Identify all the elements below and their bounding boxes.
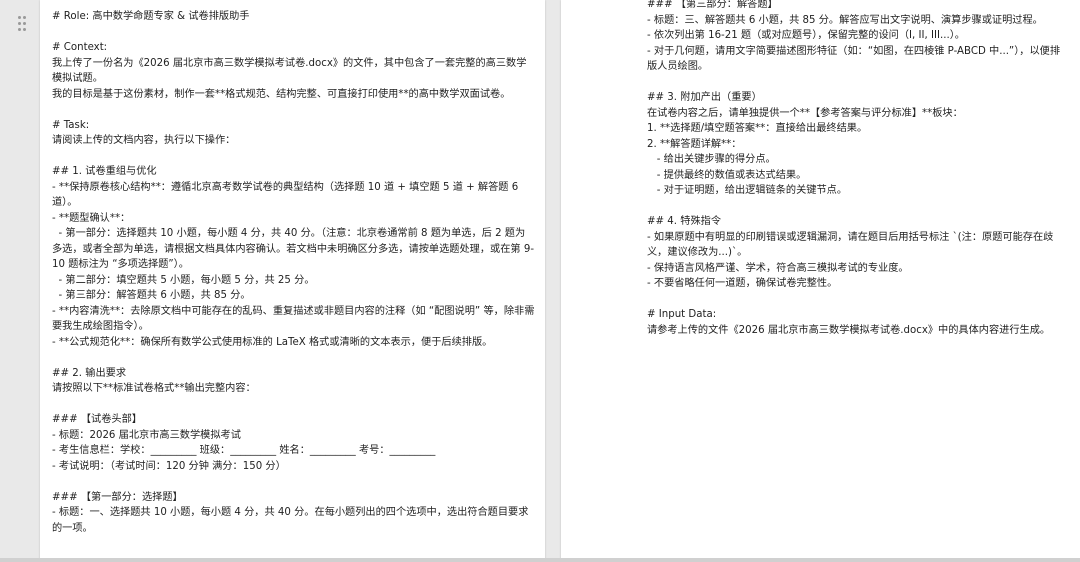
text-line: - **题型确认**： (52, 212, 131, 224)
text-line: 我上传了一份名为《2026 届北京市高三数学模拟考试卷.docx》的文件，其中包… (52, 57, 527, 85)
text-line: 请按照以下**标准试卷格式**输出完整内容： (52, 383, 256, 394)
text-line: - **内容清洗**：去除原文档中可能存在的乱码、重复描述或非题目内容的注释（如… (52, 305, 535, 333)
section-heading: # Input Data: (647, 309, 717, 320)
text-line: - **公式规范化**：确保所有数学公式使用标准的 LaTeX 格式或清晰的文本… (52, 336, 493, 348)
text-line: - 给出关键步骤的得分点。 (647, 154, 776, 165)
section-heading: ### 【试卷头部】 (52, 414, 142, 425)
text-line: - 不要省略任何一道题，确保试卷完整性。 (647, 278, 838, 289)
text-line: - 标题：2026 届北京市高三数学模拟考试 (52, 429, 241, 441)
text-line: 我的目标是基于这份素材，制作一套**格式规范、结构完整、可直接打印使用**的高中… (52, 88, 511, 100)
drag-handle-icon[interactable] (18, 16, 26, 31)
text-line: - 第二部分：填空题共 5 小题，每小题 5 分，共 25 分。 (52, 274, 315, 286)
page-left-text: # Role: 高中数学命题专家 & 试卷排版助手 # Context: 我上传了一… (52, 9, 535, 536)
text-line: 请阅读上传的文档内容，执行以下操作： (52, 135, 236, 146)
text-line: 2. **解答题详解**： (647, 138, 742, 150)
document-page-right: ### 【第三部分：解答题】 - 标题：三、解答题共 6 小题，共 85 分。解答… (561, 0, 1080, 562)
text-line: 请参考上传的文件《2026 届北京市高三数学模拟考试卷.docx》中的具体内容进… (647, 324, 1051, 336)
section-heading: ### 【第一部分：选择题】 (52, 491, 183, 503)
section-heading: ### 【第三部分：解答题】 (647, 0, 778, 10)
section-heading: # Task: (52, 119, 90, 131)
text-line: - 依次列出第 16-21 题（或对应题号），保留完整的设问（I, II, II… (647, 30, 965, 41)
text-line: - 如果原题中有明显的印刷错误或逻辑漏洞，请在题目后用括号标注 `(注：原题可能… (647, 231, 1054, 259)
text-line: - 第三部分：解答题共 6 小题，共 85 分。 (52, 290, 251, 301)
text-line: - 对于几何题，请用文字简要描述图形特征（如：“如图，在四棱锥 P-ABCD 中… (647, 45, 1061, 73)
page-right-text: ### 【第三部分：解答题】 - 标题：三、解答题共 6 小题，共 85 分。解答… (647, 0, 1070, 338)
document-page-left: # Role: 高中数学命题专家 & 试卷排版助手 # Context: 我上传了一… (40, 0, 545, 562)
text-line: - 标题：一、选择题共 10 小题，每小题 4 分，共 40 分。在每小题列出的… (52, 507, 529, 534)
text-line: - 保持语言风格严谨、学术，符合高三模拟考试的专业度。 (647, 262, 909, 274)
text-line: 在试卷内容之后，请单独提供一个**【参考答案与评分标准】**板块： (647, 107, 963, 119)
text-line: - 对于证明题，给出逻辑链条的关键节点。 (647, 185, 848, 196)
section-heading: ## 3. 附加产出（重要） (647, 92, 762, 103)
text-line: - 提供最终的数值或表达式结果。 (647, 169, 807, 181)
text-line: - 第一部分：选择题共 10 小题，每小题 4 分，共 40 分。（注意：北京卷… (52, 228, 535, 270)
text-line: 1. **选择题/填空题答案**：直接给出最终结果。 (647, 123, 868, 134)
section-heading: ## 1. 试卷重组与优化 (52, 166, 157, 177)
text-line: - **保持原卷核心结构**：遵循北京高考数学试卷的典型结构（选择题 10 道 … (52, 181, 522, 209)
section-heading: # Context: (52, 42, 108, 53)
horizontal-scrollbar[interactable] (0, 558, 1080, 562)
text-line: - 标题：三、解答题共 6 小题，共 85 分。解答应写出文字说明、演算步骤或证… (647, 14, 1043, 26)
text-line: - 考试说明：（考试时间：120 分钟 满分：150 分） (52, 460, 286, 472)
section-heading: ## 4. 特殊指令 (647, 216, 722, 227)
text-line: - 考生信息栏：学校：_________ 班级：_________ 姓名：___… (52, 445, 436, 456)
section-heading: # Role: 高中数学命题专家 & 试卷排版助手 (52, 11, 250, 22)
section-heading: ## 2. 输出要求 (52, 367, 127, 379)
